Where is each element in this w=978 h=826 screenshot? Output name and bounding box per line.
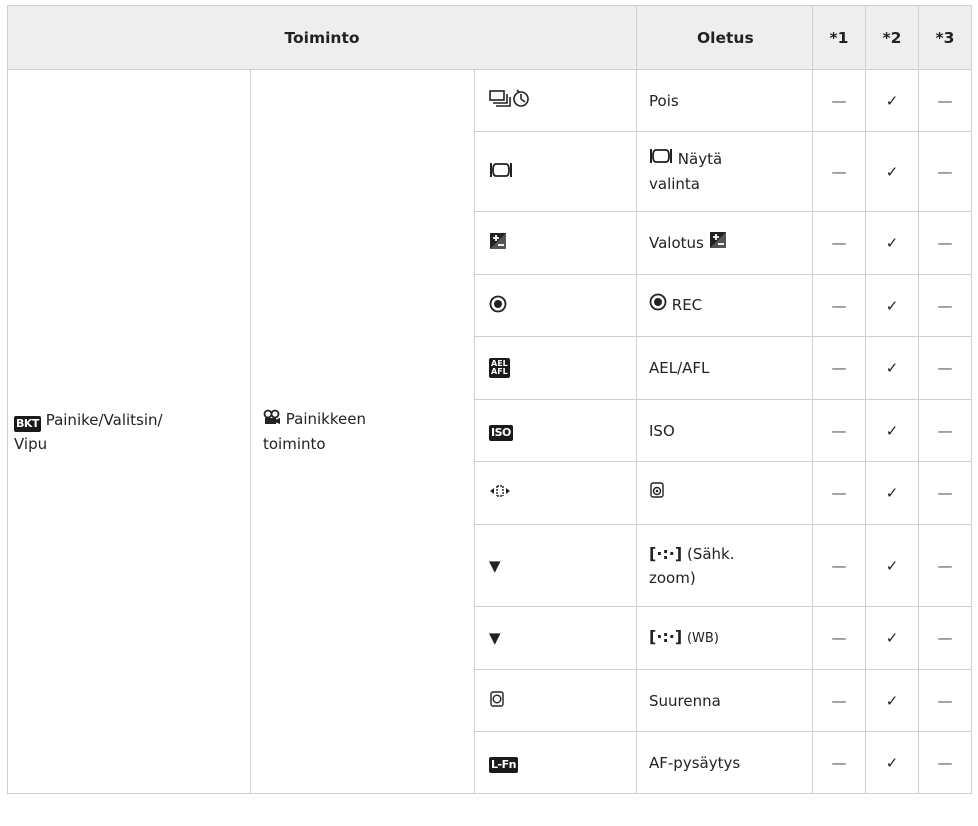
header-toiminto: Toiminto bbox=[7, 5, 637, 70]
record-icon bbox=[649, 293, 667, 318]
bkt-icon: BKT bbox=[14, 415, 41, 432]
c2-cell: ✓ bbox=[865, 606, 919, 670]
c2-cell: ✓ bbox=[865, 131, 919, 212]
c1-cell: — bbox=[812, 336, 866, 400]
four-way-arrows-icon bbox=[489, 482, 511, 504]
header-c1: *1 bbox=[812, 5, 866, 70]
subfunction-label-line2: toiminto bbox=[263, 434, 326, 453]
c3-cell: — bbox=[918, 69, 972, 132]
default-cell: ISO bbox=[636, 399, 813, 462]
function-cell: BKT Painike/Valitsin/ Vipu bbox=[7, 69, 251, 794]
c2-cell: ✓ bbox=[865, 274, 919, 337]
c3-cell: — bbox=[918, 399, 972, 462]
c1-cell: — bbox=[812, 274, 866, 337]
default-cell: [·:·] (WB) bbox=[636, 606, 813, 670]
c1-cell: — bbox=[812, 131, 866, 212]
c2-cell: ✓ bbox=[865, 336, 919, 400]
c3-cell: — bbox=[918, 211, 972, 275]
iso-icon: ISO bbox=[489, 425, 513, 441]
subfunction-cell: Painikkeen toiminto bbox=[250, 69, 475, 794]
c2-cell: ✓ bbox=[865, 524, 919, 607]
exposure-compensation-icon bbox=[709, 231, 727, 256]
down-triangle-icon: ▼ bbox=[489, 556, 501, 575]
ael-afl-icon: AEL AFL bbox=[489, 358, 510, 378]
drive-self-timer-icon bbox=[489, 88, 531, 113]
default-cell: AF-pysäytys bbox=[636, 731, 813, 794]
default-text: Valotus bbox=[649, 233, 704, 252]
c1-cell: — bbox=[812, 211, 866, 275]
magnify-knob-icon bbox=[649, 481, 665, 506]
c2-cell: ✓ bbox=[865, 669, 919, 732]
table-header: Toiminto Oletus *1 *2 *3 bbox=[7, 5, 972, 70]
c1-cell: — bbox=[812, 524, 866, 607]
c2-cell: ✓ bbox=[865, 461, 919, 525]
default-cell: AEL/AFL bbox=[636, 336, 813, 400]
c3-cell: — bbox=[918, 669, 972, 732]
default-cell bbox=[636, 461, 813, 525]
c1-cell: — bbox=[812, 669, 866, 732]
function-label: Painike/Valitsin/ bbox=[45, 410, 163, 429]
record-icon bbox=[489, 295, 507, 317]
c1-cell: — bbox=[812, 731, 866, 794]
settings-table: Toiminto Oletus *1 *2 *3 BKT Painike/Val… bbox=[7, 5, 972, 794]
c3-cell: — bbox=[918, 524, 972, 607]
af-target-bracket-icon: [·:·] bbox=[649, 543, 683, 563]
c3-cell: — bbox=[918, 131, 972, 212]
c1-cell: — bbox=[812, 461, 866, 525]
live-view-frame-icon bbox=[489, 161, 513, 183]
c1-cell: — bbox=[812, 69, 866, 132]
default-text: REC bbox=[671, 296, 703, 314]
header-oletus: Oletus bbox=[636, 5, 813, 70]
c3-cell: — bbox=[918, 274, 972, 337]
table-row: BKT Painike/Valitsin/ Vipu Painikkeen to… bbox=[7, 69, 972, 794]
movie-camera-icon bbox=[263, 408, 281, 432]
c2-cell: ✓ bbox=[865, 211, 919, 275]
header-c3: *3 bbox=[918, 5, 972, 70]
c3-cell: — bbox=[918, 731, 972, 794]
c2-cell: ✓ bbox=[865, 399, 919, 462]
c2-cell: ✓ bbox=[865, 69, 919, 132]
exposure-compensation-icon bbox=[489, 232, 507, 254]
c1-cell: — bbox=[812, 606, 866, 670]
af-target-bracket-icon: [·:·] bbox=[649, 627, 683, 646]
c3-cell: — bbox=[918, 606, 972, 670]
default-cell: Suurenna bbox=[636, 669, 813, 732]
subfunction-label: Painikkeen bbox=[285, 410, 366, 429]
c3-cell: — bbox=[918, 336, 972, 400]
magnify-icon bbox=[489, 690, 505, 712]
default-cell: [·:·] (Sähk. zoom) bbox=[636, 524, 813, 607]
default-cell: Pois bbox=[636, 69, 813, 132]
c3-cell: — bbox=[918, 461, 972, 525]
live-view-frame-icon bbox=[649, 147, 673, 172]
row-icon-cell bbox=[474, 69, 637, 132]
down-triangle-icon: ▼ bbox=[489, 629, 501, 647]
c1-cell: — bbox=[812, 399, 866, 462]
default-text: (WB) bbox=[686, 631, 719, 646]
default-cell: Valotus bbox=[636, 211, 813, 275]
default-cell: Näytä valinta bbox=[636, 131, 813, 212]
c2-cell: ✓ bbox=[865, 731, 919, 794]
l-fn-icon: L-Fn bbox=[489, 757, 518, 773]
default-cell: REC bbox=[636, 274, 813, 337]
header-c2: *2 bbox=[865, 5, 919, 70]
function-label-line2: Vipu bbox=[14, 434, 48, 453]
